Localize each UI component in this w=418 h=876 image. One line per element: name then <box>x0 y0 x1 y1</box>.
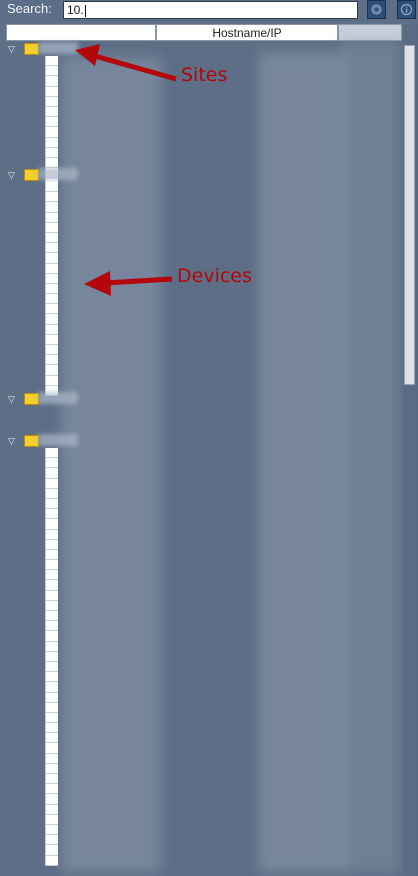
annotation-devices-label: Devices <box>177 265 252 287</box>
annotation-arrows <box>75 44 177 296</box>
devices-arrow-icon <box>84 271 173 296</box>
sites-arrow-icon <box>75 44 177 82</box>
